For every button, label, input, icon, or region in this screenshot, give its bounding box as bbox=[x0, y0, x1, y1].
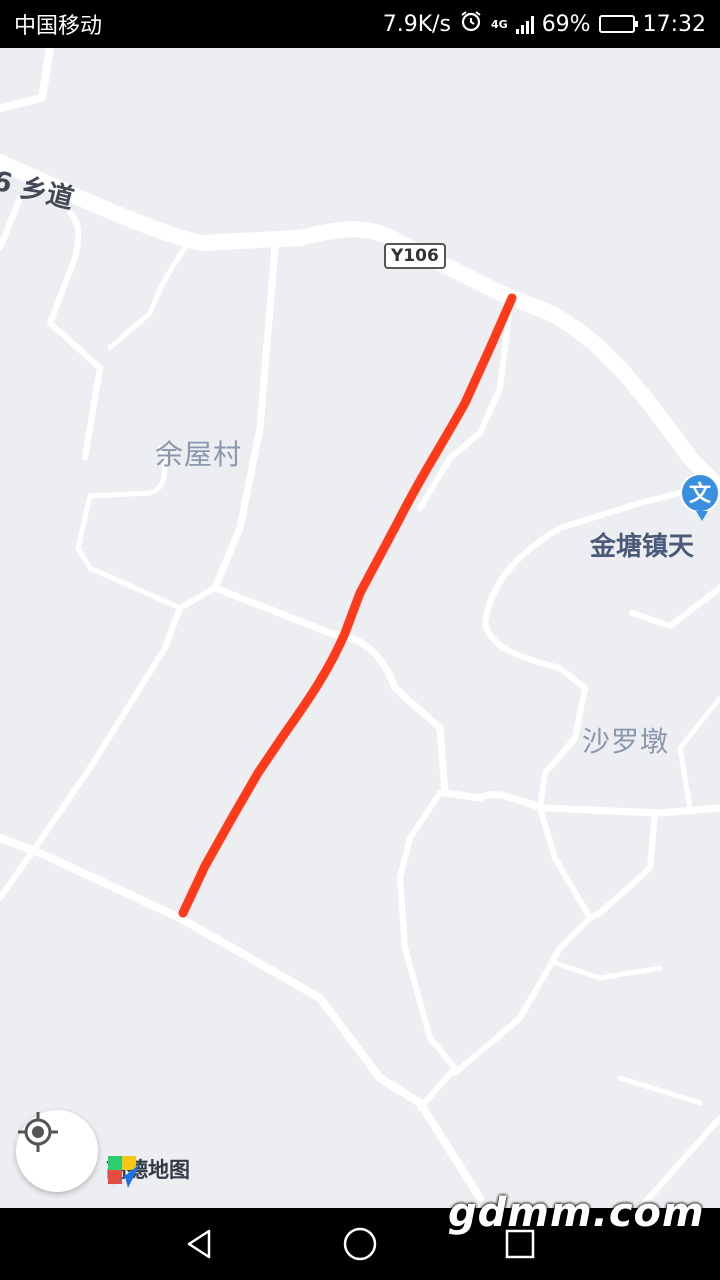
village-label-yuwu[interactable]: 余屋村 bbox=[155, 433, 242, 473]
network-type-icon: 4G bbox=[491, 17, 508, 31]
poi-label[interactable]: 金塘镇天 bbox=[590, 526, 694, 563]
back-icon bbox=[187, 1229, 211, 1259]
locate-icon bbox=[18, 1112, 58, 1152]
battery-icon bbox=[598, 15, 638, 33]
back-button[interactable] bbox=[178, 1222, 222, 1266]
map-view[interactable]: 6 乡道 Y106 余屋村 沙罗墩 文 金塘镇天 高德地图 bbox=[0, 48, 720, 1208]
signal-icon bbox=[515, 14, 534, 34]
battery-percent: 69% bbox=[541, 11, 591, 37]
route-line bbox=[178, 293, 517, 918]
school-icon[interactable]: 文 bbox=[680, 473, 720, 521]
network-speed: 7.9K/s bbox=[382, 11, 451, 37]
clock: 17:32 bbox=[642, 11, 706, 37]
locate-button[interactable] bbox=[16, 1110, 98, 1192]
amap-logo-icon bbox=[108, 1156, 140, 1188]
home-button[interactable] bbox=[338, 1222, 382, 1266]
home-icon bbox=[343, 1227, 377, 1261]
status-bar: 中国移动 7.9K/s 4G 69% 17:32 bbox=[0, 0, 720, 48]
village-label-shaluodun[interactable]: 沙罗墩 bbox=[582, 720, 669, 760]
brand: 高德地图 bbox=[106, 1154, 190, 1188]
status-icons: 7.9K/s 4G 69% 17:32 bbox=[383, 9, 706, 39]
watermark: gdmm.com bbox=[448, 1190, 705, 1236]
carrier-name: 中国移动 bbox=[14, 14, 103, 39]
road-badge[interactable]: Y106 bbox=[384, 243, 446, 269]
alarm-icon bbox=[459, 9, 483, 39]
map-roads bbox=[0, 48, 720, 1208]
